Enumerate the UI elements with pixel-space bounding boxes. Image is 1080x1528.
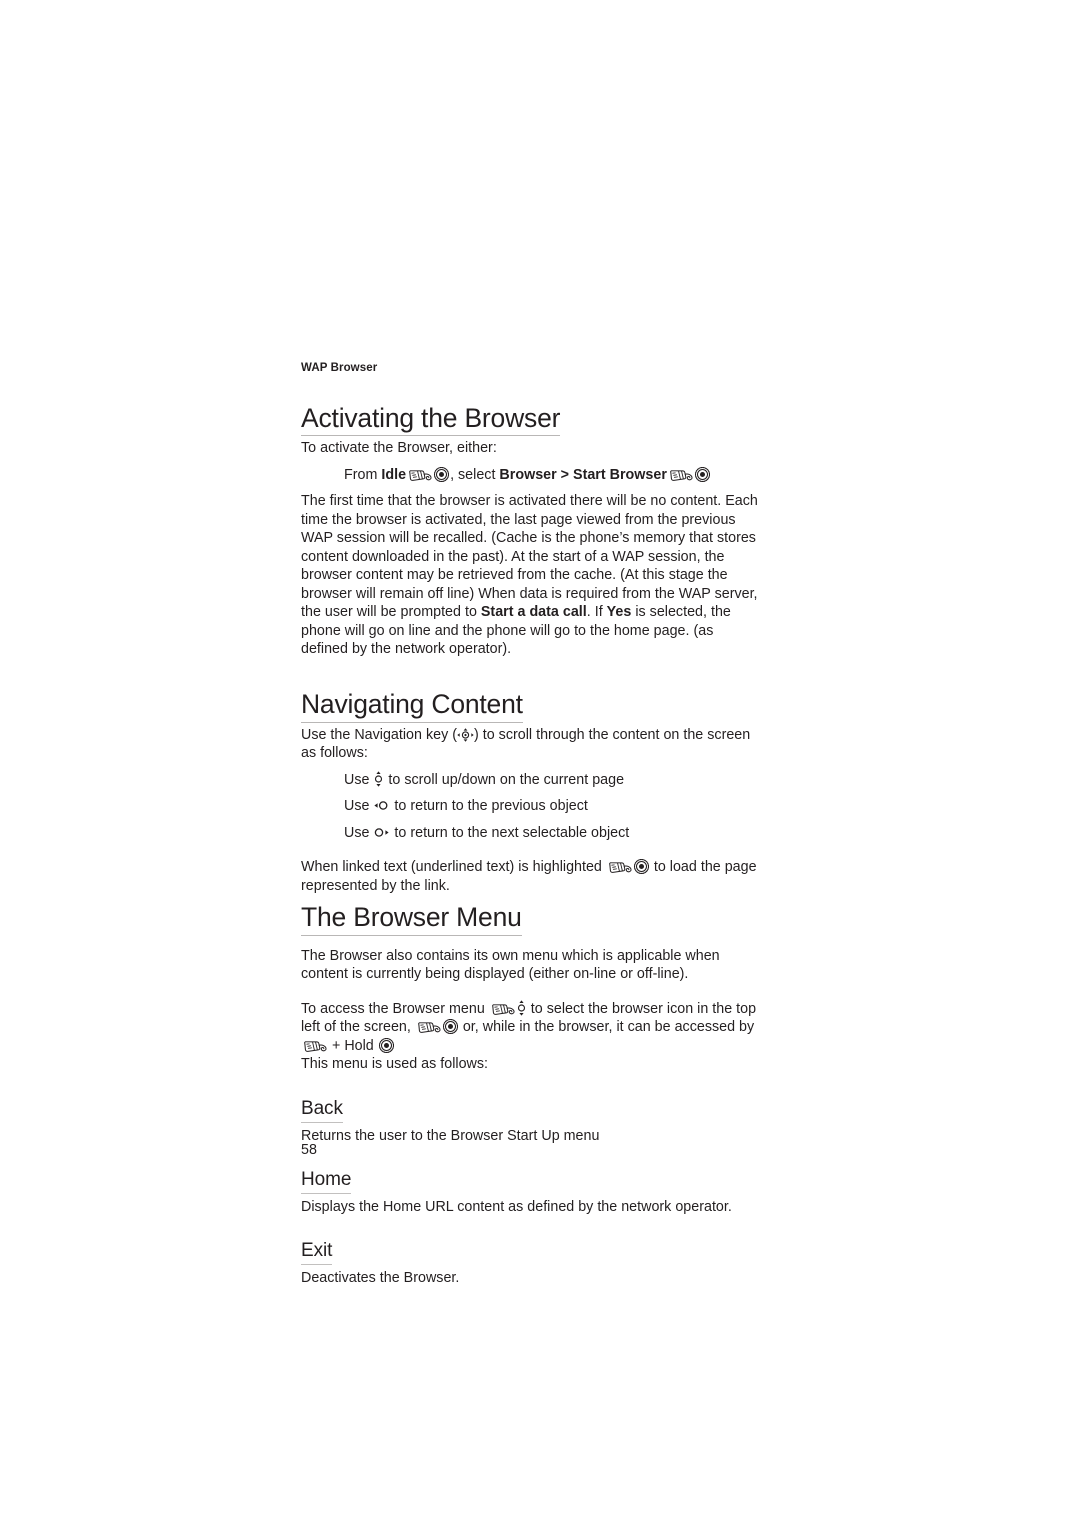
list-item: Use to return to the previous object xyxy=(344,797,763,816)
activating-paragraph: The first time that the browser is activ… xyxy=(301,492,763,659)
bullet-3-before: Use xyxy=(344,824,374,841)
menu-item-back-description: Returns the user to the Browser Start Up… xyxy=(301,1127,600,1144)
select-key-icon xyxy=(378,1037,394,1053)
select-key-icon xyxy=(694,466,710,482)
soft-key-icon xyxy=(607,860,632,874)
nav-right-icon xyxy=(374,827,390,838)
menu-item-home-title: Home xyxy=(301,1169,351,1194)
activating-intro: To activate the Browser, either: xyxy=(301,440,497,457)
step-idle-label: Idle xyxy=(381,466,407,483)
running-head: WAP Browser xyxy=(301,362,378,374)
page-title-navigating-content: Navigating Content xyxy=(301,690,523,723)
browser-menu-paragraph: The Browser also contains its own menu w… xyxy=(301,947,720,983)
browser-menu-intro: This menu is used as follows: xyxy=(301,1056,489,1073)
step-prefix: From xyxy=(344,466,382,483)
access-part-1: To access the Browser menu xyxy=(301,1000,489,1017)
step-separator: > xyxy=(556,466,574,483)
menu-item-exit-title: Exit xyxy=(301,1241,332,1266)
soft-key-icon xyxy=(302,1039,327,1053)
menu-item-back-title: Back xyxy=(301,1098,343,1123)
select-key-icon xyxy=(633,859,649,875)
yes-label: Yes xyxy=(606,604,632,621)
bullet-1-before: Use xyxy=(344,771,374,788)
select-key-icon xyxy=(442,1019,458,1035)
step-start-browser-label: Start Browser xyxy=(573,466,667,483)
soft-key-icon xyxy=(407,468,432,482)
bullet-1-after: to scroll up/down on the current page xyxy=(384,771,625,788)
page-number: 58 xyxy=(301,1142,317,1158)
bullet-2-before: Use xyxy=(344,798,374,815)
navigating-closing-before: When linked text (underlined text) is hi… xyxy=(301,859,606,876)
browser-menu-access: To access the Browser menu to select the… xyxy=(301,999,763,1056)
access-part-3: or, while in the browser, it can be acce… xyxy=(458,1019,755,1036)
bullet-3-after: to return to the next selectable object xyxy=(390,824,630,841)
navigating-intro-before: Use the Navigation key ( xyxy=(301,726,457,743)
step-mid: , select xyxy=(450,466,500,483)
select-key-icon xyxy=(434,466,450,482)
access-part-4: + Hold xyxy=(328,1037,378,1054)
page-title-the-browser-menu: The Browser Menu xyxy=(301,903,522,936)
list-item: Use to scroll up/down on the current pag… xyxy=(344,770,763,790)
step-browser-label: Browser xyxy=(499,466,557,483)
start-a-data-call-label: Start a data call xyxy=(480,604,587,621)
navigating-closing: When linked text (underlined text) is hi… xyxy=(301,858,763,895)
menu-item-home-description: Displays the Home URL content as defined… xyxy=(301,1198,732,1215)
navigating-intro: Use the Navigation key () to scroll thro… xyxy=(301,726,763,763)
nav-four-way-icon xyxy=(457,727,474,742)
activating-paragraph-part1: The first time that the browser is activ… xyxy=(301,493,758,621)
soft-key-icon xyxy=(490,1002,515,1016)
bullet-2-after: to return to the previous object xyxy=(390,798,588,815)
soft-key-icon xyxy=(668,468,693,482)
list-item: Use to return to the next selectable obj… xyxy=(344,824,763,843)
menu-item-exit-description: Deactivates the Browser. xyxy=(301,1270,460,1287)
soft-key-icon xyxy=(416,1020,441,1034)
nav-up-down-icon xyxy=(374,770,383,787)
manual-page: WAP Browser Activating the Browser To ac… xyxy=(0,0,1080,1528)
activating-step-line: From Idle , select Browser > Start Browse… xyxy=(344,466,763,485)
page-content: WAP Browser Activating the Browser To ac… xyxy=(301,362,763,1288)
nav-up-down-icon xyxy=(517,999,526,1016)
page-title-activating-the-browser: Activating the Browser xyxy=(301,404,560,437)
activating-paragraph-mid: . If xyxy=(586,604,607,621)
nav-left-icon xyxy=(374,800,389,811)
